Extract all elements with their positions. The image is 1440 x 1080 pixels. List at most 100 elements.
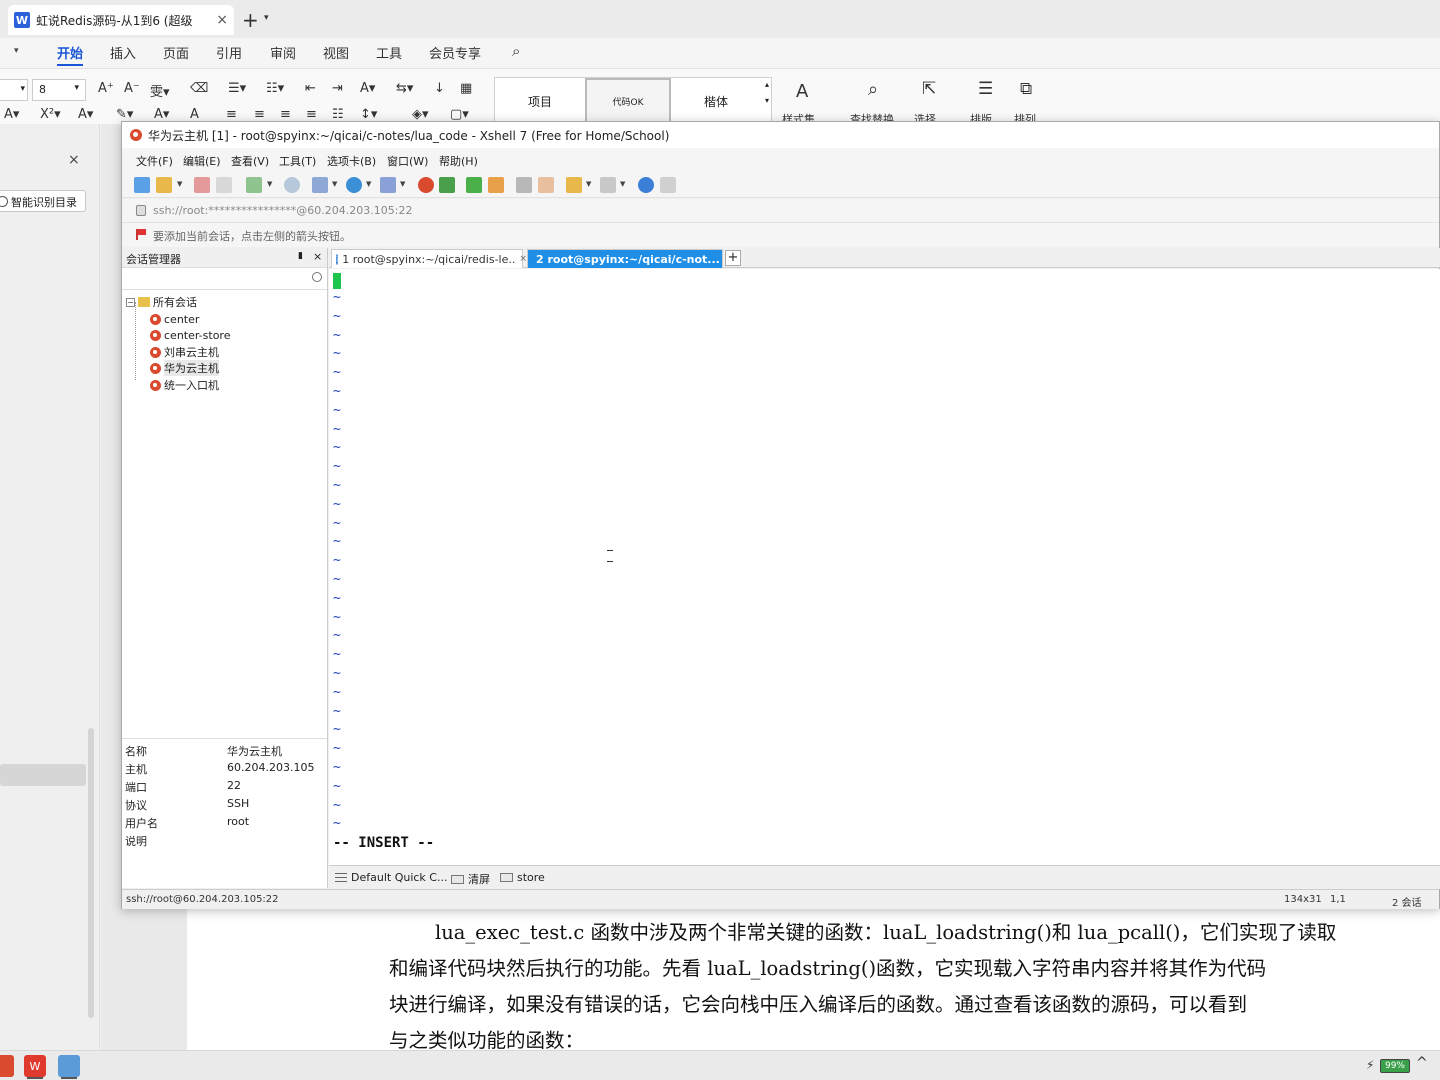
session-item-huawei[interactable]: 华为云主机	[150, 360, 219, 376]
text-direction-icon[interactable]: A▾	[360, 81, 375, 96]
search-icon[interactable]: ⌕	[512, 42, 520, 60]
close-icon[interactable]: ×	[313, 250, 322, 263]
help-icon[interactable]	[638, 177, 654, 193]
new-session-icon[interactable]	[134, 177, 150, 193]
shading-icon[interactable]: ◈▾	[412, 107, 429, 122]
globe-icon[interactable]	[346, 177, 362, 193]
compose-icon[interactable]	[380, 177, 396, 193]
text-effect-icon[interactable]: A▾	[78, 107, 93, 122]
pane-scrollbar[interactable]	[88, 728, 94, 1018]
menu-tabs[interactable]: 选项卡(B)	[327, 153, 376, 169]
style-item[interactable]: 项目	[495, 78, 585, 124]
session-tab-1[interactable]: i 1 root@spyinx:~/qicai/redis-le.. ×	[331, 249, 527, 268]
sort-icon[interactable]: ⇆▾	[396, 81, 413, 96]
menu-member[interactable]: 会员专享	[429, 43, 481, 62]
align-left-icon[interactable]: ≡	[226, 107, 237, 122]
numbered-list-icon[interactable]: ☷▾	[266, 81, 284, 96]
superscript-icon[interactable]: X²▾	[40, 107, 61, 122]
smart-toc-button[interactable]: 智能识别目录	[0, 190, 86, 212]
address-input[interactable]: ssh://root:****************@60.204.203.1…	[153, 204, 413, 217]
grow-font-icon[interactable]: A⁺	[98, 81, 114, 96]
reconnect-icon[interactable]	[216, 177, 232, 193]
search-icon[interactable]	[284, 177, 300, 193]
menu-window[interactable]: 窗口(W)	[387, 153, 428, 169]
chevron-down-icon[interactable]: ▼	[332, 180, 337, 188]
session-search-input[interactable]	[122, 268, 327, 290]
sort-az-icon[interactable]: ↓	[434, 81, 445, 96]
border-icon[interactable]: ▢▾	[450, 107, 469, 122]
xftp-icon[interactable]	[439, 177, 455, 193]
app-taskbar-icon[interactable]	[58, 1055, 80, 1077]
chevron-down-icon[interactable]: ▾	[264, 13, 269, 23]
search-icon[interactable]	[312, 272, 322, 282]
session-folder-all[interactable]: − 所有会话	[126, 294, 197, 310]
collapse-toggle-icon[interactable]: −	[126, 297, 135, 307]
char-shading-icon[interactable]: A	[190, 107, 199, 122]
keyboard-icon[interactable]	[516, 177, 532, 193]
chevron-down-icon[interactable]: ▼	[586, 180, 591, 188]
menu-view[interactable]: 视图	[323, 43, 349, 62]
font-color-icon[interactable]: A▾	[154, 107, 169, 122]
add-tab-button[interactable]: +	[725, 250, 741, 266]
terminal-screen[interactable]: -- INSERT -- ~ ~ ~ ~ ~ ~ ~ ~ ~ ~ ~ ~ ~ ~ ~ ~ ~ ~ ~ ~ ~ ~ ~ ~ ~ ~ ~…	[329, 269, 1440, 865]
outline-selected-item[interactable]	[0, 764, 86, 786]
fullscreen-icon[interactable]	[466, 177, 482, 193]
decrease-indent-icon[interactable]: ⇤	[305, 81, 316, 96]
xshell-icon[interactable]	[418, 177, 434, 193]
lock-icon[interactable]	[488, 177, 504, 193]
highlight-icon[interactable]: ✎▾	[116, 107, 133, 122]
menu-view[interactable]: 查看(V)	[231, 153, 269, 169]
quick-command-clear[interactable]: 清屏	[451, 871, 490, 887]
select-icon[interactable]: ⇱	[922, 79, 936, 99]
script-icon[interactable]	[566, 177, 582, 193]
bullet-list-icon[interactable]: ☰▾	[228, 81, 246, 96]
tray-expand-icon[interactable]: ^	[1416, 1055, 1428, 1071]
session-item-center[interactable]: center	[150, 311, 199, 327]
quick-command-store[interactable]: store	[500, 871, 545, 884]
line-spacing-icon[interactable]: ↕▾	[360, 107, 377, 122]
menu-tools[interactable]: 工具	[376, 43, 402, 62]
session-tab-2[interactable]: 2 root@spyinx:~/qicai/c-not... ×	[527, 249, 731, 268]
chevron-down-icon[interactable]: ▼	[400, 180, 405, 188]
table-icon[interactable]: ▦	[460, 81, 472, 96]
open-folder-icon[interactable]	[156, 177, 172, 193]
new-tab-button[interactable]: +	[242, 8, 259, 32]
distribute-icon[interactable]: ☷	[332, 107, 344, 122]
chevron-up-icon[interactable]: ▴	[765, 80, 769, 89]
wps-document-tab[interactable]: W 虹说Redis源码-从1到6 (超级 ×	[8, 5, 234, 35]
font-size-select[interactable]: 8 ▾	[32, 79, 86, 101]
chevron-down-icon[interactable]: ▼	[177, 180, 182, 188]
menu-tools[interactable]: 工具(T)	[279, 153, 316, 169]
chevron-down-icon[interactable]: ▾	[765, 96, 769, 105]
increase-indent-icon[interactable]: ⇥	[332, 81, 343, 96]
wps-taskbar-icon[interactable]: W	[24, 1055, 46, 1077]
strikethrough-icon[interactable]: A▾	[4, 107, 19, 122]
menu-review[interactable]: 审阅	[270, 43, 296, 62]
chevron-down-icon[interactable]: ▼	[366, 180, 371, 188]
chevron-down-icon[interactable]: ▼	[620, 180, 625, 188]
style-item[interactable]: 楷体	[671, 78, 761, 124]
session-item-liuchuan[interactable]: 刘串云主机	[150, 344, 219, 360]
layout-icon[interactable]	[600, 177, 616, 193]
menu-page[interactable]: 页面	[163, 43, 189, 62]
style-item-selected[interactable]: 代码OK	[585, 78, 671, 124]
session-item-gateway[interactable]: 统一入口机	[150, 377, 219, 393]
xshell-taskbar-icon[interactable]	[0, 1055, 14, 1077]
menu-insert[interactable]: 插入	[110, 43, 136, 62]
close-icon[interactable]: ×	[216, 12, 228, 28]
close-icon[interactable]: ×	[68, 152, 80, 168]
menu-home[interactable]: 开始	[57, 43, 84, 66]
bookmark-flag-icon[interactable]	[136, 229, 146, 240]
quick-command-default[interactable]: Default Quick C...	[335, 871, 447, 884]
transfer-icon[interactable]	[246, 177, 262, 193]
justify-icon[interactable]: ≡	[306, 107, 317, 122]
close-icon[interactable]: ×	[519, 254, 527, 264]
layout-icon[interactable]: ☰	[978, 79, 993, 99]
menu-help[interactable]: 帮助(H)	[439, 153, 478, 169]
highlight-icon[interactable]	[538, 177, 554, 193]
align-center-icon[interactable]: ≡	[254, 107, 265, 122]
menu-file[interactable]: 文件(F)	[136, 153, 173, 169]
phonetic-icon[interactable]: 雯▾	[150, 81, 170, 100]
xshell-title-bar[interactable]: 华为云主机 [1] - root@spyinx:~/qicai/c-notes/…	[122, 122, 1439, 148]
chevron-down-icon[interactable]: ▼	[267, 180, 272, 188]
